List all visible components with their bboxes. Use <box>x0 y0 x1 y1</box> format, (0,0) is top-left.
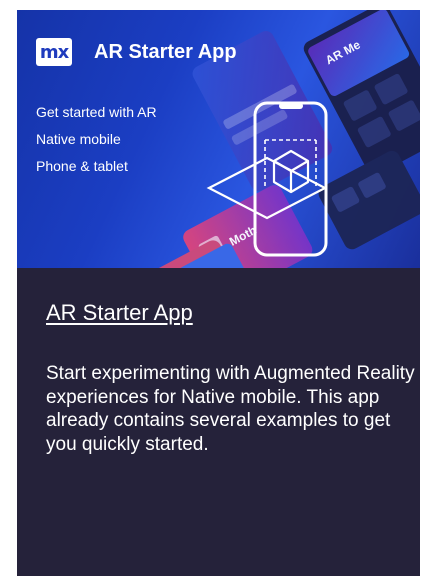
app-title-link[interactable]: AR Starter App <box>46 300 193 326</box>
app-banner-image: AR Me Moth hive <box>17 10 420 268</box>
app-card[interactable]: AR Me Moth hive <box>17 10 420 576</box>
banner-feature-list: Get started with AR Native mobile Phone … <box>36 102 157 183</box>
app-description: Start experimenting with Augmented Reali… <box>46 363 415 455</box>
banner-feature-item: Get started with AR <box>36 104 157 120</box>
banner-feature-item: Native mobile <box>36 131 121 147</box>
banner-title: AR Starter App <box>94 40 237 63</box>
banner-brand: mx AR Starter App <box>36 38 237 66</box>
mendix-logo-text: mx <box>39 41 69 63</box>
mendix-logo: mx <box>36 38 72 66</box>
banner-feature-item: Phone & tablet <box>36 158 128 174</box>
